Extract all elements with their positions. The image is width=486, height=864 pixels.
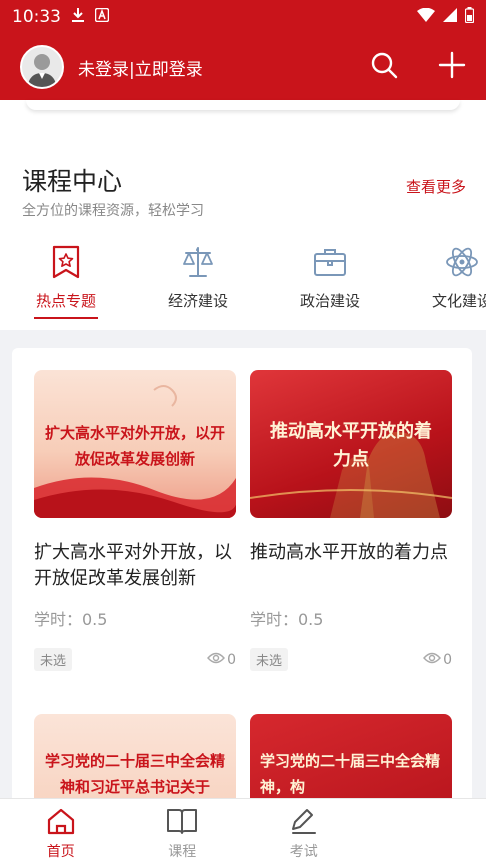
course-thumbnail: 学习党的二十届三中全会精神和习近平总书记关于 xyxy=(34,714,236,808)
section-title: 课程中心 xyxy=(22,167,123,196)
course-thumbnail: 学习党的二十届三中全会精神，构 xyxy=(250,714,452,808)
thumbnail-text: 推动高水平开放的着力点 xyxy=(270,421,432,470)
briefcase-icon xyxy=(313,242,347,282)
nav-placeholder[interactable] xyxy=(365,799,486,864)
search-icon[interactable] xyxy=(370,51,398,83)
course-hours: 学时：0.5 xyxy=(34,610,108,629)
course-thumbnail: 扩大高水平对外开放，以开放促改革发展创新 xyxy=(34,370,236,518)
add-icon[interactable] xyxy=(438,51,466,83)
nav-label: 考试 xyxy=(289,844,318,860)
avatar[interactable] xyxy=(20,45,64,89)
scales-icon xyxy=(181,242,215,282)
bottom-nav: 首页 课程 考试 xyxy=(0,798,486,864)
tab-hot-topics[interactable]: 热点专题 xyxy=(0,242,132,322)
nav-exam[interactable]: 考试 xyxy=(243,799,365,864)
thumbnail-text: 学习党的二十届三中全会精神，构 xyxy=(260,752,441,796)
course-card[interactable]: 扩大高水平对外开放，以开放促改革发展创新 扩大高水平对外开放，以开放促改革发展创… xyxy=(34,370,236,671)
section-subtitle: 全方位的课程资源，轻松学习 xyxy=(22,203,204,219)
edit-icon xyxy=(289,807,319,839)
tab-label: 经济建设 xyxy=(167,292,228,310)
eye-icon xyxy=(423,652,442,668)
active-tab-indicator xyxy=(34,317,98,319)
course-thumbnail: 推动高水平开放的着力点 xyxy=(250,370,452,518)
nav-home[interactable]: 首页 xyxy=(0,799,122,864)
scrolled-banner-fragment xyxy=(0,100,486,130)
status-badge: 未选 xyxy=(34,648,73,671)
view-more-link[interactable]: 查看更多 xyxy=(406,176,466,197)
bookmark-star-icon xyxy=(51,242,81,282)
tab-label: 政治建设 xyxy=(299,292,360,310)
book-icon xyxy=(166,807,198,839)
tab-label: 文化建设 xyxy=(431,292,486,310)
eye-icon xyxy=(207,652,226,668)
status-bar: 10:33 xyxy=(0,0,486,34)
view-count-value: 0 xyxy=(227,651,236,668)
course-card[interactable]: 推动高水平开放的着力点 推动高水平开放的着力点 学时：0.5 未选 0 xyxy=(250,370,452,671)
view-count: 0 xyxy=(207,652,236,668)
course-hours: 学时：0.5 xyxy=(250,610,324,629)
banner-card-edge xyxy=(26,100,460,110)
wifi-icon xyxy=(417,7,435,27)
course-meta: 未选 0 xyxy=(250,648,452,671)
view-count-value: 0 xyxy=(443,651,452,668)
login-link[interactable]: 未登录|立即登录 xyxy=(78,55,203,80)
nav-courses[interactable]: 课程 xyxy=(122,799,244,864)
notification-a-icon xyxy=(94,7,110,27)
top-header: 未登录|立即登录 xyxy=(0,34,486,100)
course-center-section: 课程中心 全方位的课程资源，轻松学习 查看更多 热点专题 经济建设 政治建设 文… xyxy=(0,130,486,330)
tab-label: 热点专题 xyxy=(35,292,96,310)
tab-economy[interactable]: 经济建设 xyxy=(132,242,264,322)
battery-icon xyxy=(464,6,475,28)
status-badge: 未选 xyxy=(250,648,289,671)
course-title: 推动高水平开放的着力点 xyxy=(250,542,448,563)
tab-indicator xyxy=(166,317,230,319)
nav-label: 首页 xyxy=(46,844,75,860)
course-list: 扩大高水平对外开放，以开放促改革发展创新 扩大高水平对外开放，以开放促改革发展创… xyxy=(12,348,472,808)
atom-icon xyxy=(445,242,479,282)
view-count: 0 xyxy=(423,652,452,668)
download-icon xyxy=(71,7,85,28)
course-meta: 未选 0 xyxy=(34,648,236,671)
course-card[interactable]: 学习党的二十届三中全会精神和习近平总书记关于 xyxy=(34,714,236,808)
status-time: 10:33 xyxy=(12,7,61,27)
tab-politics[interactable]: 政治建设 xyxy=(264,242,396,322)
tab-culture[interactable]: 文化建设 xyxy=(396,242,486,322)
home-icon xyxy=(46,807,76,839)
category-tabs: 热点专题 经济建设 政治建设 文化建设 xyxy=(0,242,486,322)
tab-indicator xyxy=(430,317,486,319)
signal-icon xyxy=(443,7,457,27)
thumbnail-text: 扩大高水平对外开放，以开放促改革发展创新 xyxy=(44,424,225,468)
nav-label: 课程 xyxy=(168,844,197,860)
tab-indicator xyxy=(298,317,362,319)
course-card[interactable]: 学习党的二十届三中全会精神，构 xyxy=(250,714,452,808)
course-title: 扩大高水平对外开放，以开放促改革发展创新 xyxy=(34,542,232,589)
thumbnail-text: 学习党的二十届三中全会精神和习近平总书记关于 xyxy=(44,752,225,796)
